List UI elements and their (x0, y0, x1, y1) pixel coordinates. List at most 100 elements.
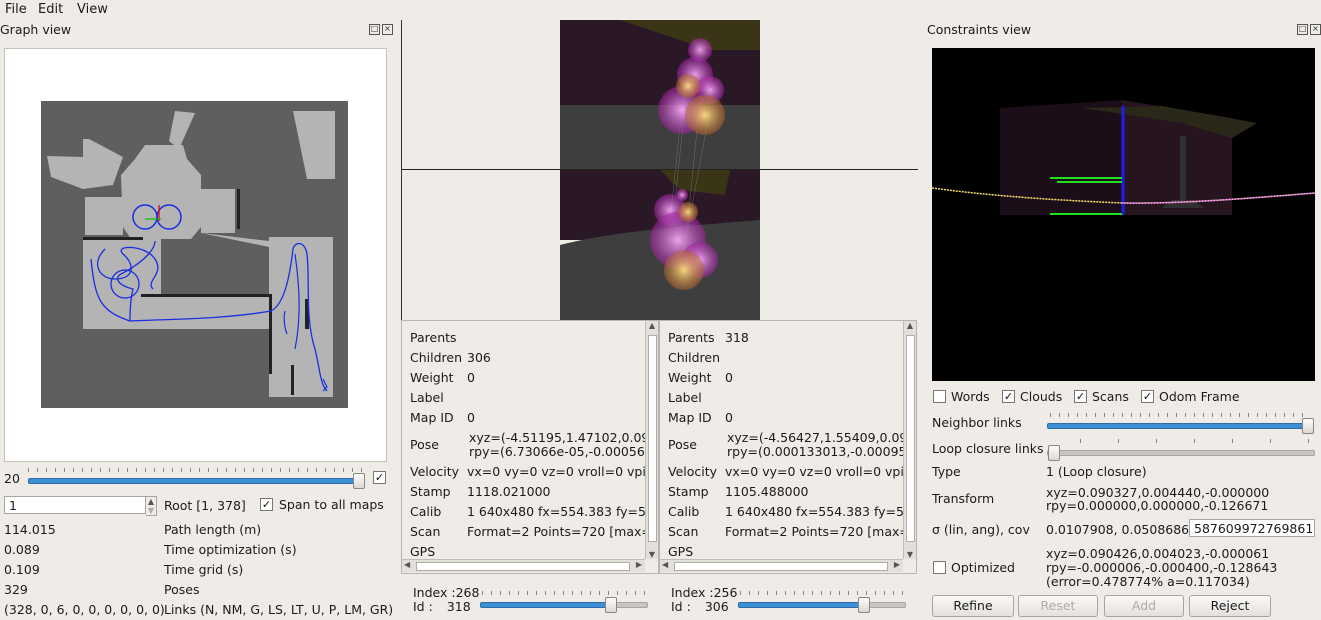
transform-rpy: rpy=0.000000,0.000000,-0.126671 (1046, 498, 1269, 513)
stat-label: Poses (164, 582, 200, 597)
stat-value: 0.109 (4, 562, 40, 577)
words-label: Words (951, 389, 990, 404)
spin-up-icon[interactable]: ▲ (146, 497, 156, 506)
camera-images (560, 20, 760, 320)
stat-label: Time optimization (s) (164, 542, 297, 557)
node-info-right: Parents 318 Children Weight 0 Label Map ID… (659, 320, 917, 574)
right-node-slider-handle[interactable] (858, 597, 870, 613)
info-value: rpy=(0.000133013,-0.000953 (727, 444, 915, 459)
optimized-xyz: xyz=0.090426,0.004023,-0.000061 (1046, 546, 1270, 561)
stat-label: Links (N, NM, G, LS, LT, U, P, LM, GR) (164, 602, 394, 617)
neighbor-links-handle[interactable] (1302, 418, 1314, 434)
sigma-value: 0.0107908, 0.0508686 (1046, 522, 1190, 537)
optimized-checkbox[interactable] (933, 561, 946, 574)
scroll-up-icon[interactable]: ▲ (904, 321, 916, 330)
menu-bar: File Edit View (0, 0, 1321, 19)
horizontal-scrollbar[interactable]: ◀ ▶ (402, 559, 645, 572)
refine-button[interactable]: Refine (932, 595, 1014, 617)
spin-arrows[interactable]: ▲ ▼ (146, 496, 157, 516)
left-node-slider-rest[interactable] (612, 602, 648, 608)
scroll-down-icon[interactable]: ▼ (646, 550, 658, 559)
node-info-left: Parents Children 306 Weight 0 Label Map ID… (401, 320, 659, 574)
index-label: Index :256 (671, 585, 738, 600)
clouds-checkbox[interactable]: ✓ (1002, 390, 1015, 403)
root-spinbox[interactable]: 1 (4, 496, 146, 514)
type-label: Type (932, 464, 961, 479)
stat-value: 114.015 (4, 522, 56, 537)
occupancy-grid-map (41, 101, 348, 408)
stat-value: (328, 0, 6, 0, 0, 0, 0, 0, 0) (4, 602, 165, 617)
odom-frame-checkbox[interactable]: ✓ (1141, 390, 1154, 403)
loop-closure-label: Loop closure links (932, 441, 1044, 456)
scroll-thumb[interactable] (674, 562, 888, 571)
info-value: xyz=(-4.51195,1.47102,0.099 (469, 430, 658, 445)
scroll-right-icon[interactable]: ▶ (636, 560, 642, 569)
right-node-slider-rest[interactable] (866, 602, 906, 608)
vertical-scrollbar[interactable]: ▲ ▼ (903, 321, 916, 559)
graph-slider-ticks (28, 468, 362, 472)
stat-value: 0.089 (4, 542, 40, 557)
scans-checkbox[interactable]: ✓ (1074, 390, 1087, 403)
span-label: Span to all maps (279, 497, 384, 512)
id-label: Id :306 (671, 599, 729, 614)
optimized-rpy: rpy=-0.000006,-0.000400,-0.128643 (1046, 560, 1278, 575)
horizontal-scrollbar[interactable]: ◀ ▶ (660, 559, 903, 572)
graph-canvas[interactable] (4, 48, 387, 462)
scroll-thumb[interactable] (648, 335, 657, 542)
scroll-down-icon[interactable]: ▼ (904, 550, 916, 559)
clouds-label: Clouds (1020, 389, 1063, 404)
close-icon[interactable]: × (1310, 24, 1321, 35)
float-icon[interactable]: □ (1297, 24, 1308, 35)
graph-slider-value: 20 (4, 471, 20, 486)
neighbor-links-label: Neighbor links (932, 415, 1022, 430)
reject-button[interactable]: Reject (1189, 595, 1271, 617)
loop-closure-slider[interactable] (1047, 450, 1315, 456)
sigma-label: σ (lin, ang), cov (932, 522, 1030, 537)
stat-value: 329 (4, 582, 28, 597)
loop-closure-handle[interactable] (1048, 445, 1060, 461)
left-node-slider-handle[interactable] (605, 597, 617, 613)
float-icon[interactable]: □ (369, 24, 380, 35)
words-checkbox[interactable] (933, 390, 946, 403)
odom-frame-label: Odom Frame (1159, 389, 1240, 404)
type-value: 1 (Loop closure) (1046, 464, 1147, 479)
right-node-slider[interactable] (738, 602, 866, 608)
id-label: Id :318 (413, 599, 471, 614)
graph-view-title: Graph view (0, 22, 72, 37)
right-slider-ticks (740, 591, 904, 595)
close-icon[interactable]: × (382, 24, 393, 35)
menu-view[interactable]: View (77, 2, 108, 17)
menu-file[interactable]: File (5, 2, 27, 17)
optimized-error: (error=0.478774% a=0.117034) (1046, 574, 1250, 589)
menu-edit[interactable]: Edit (38, 2, 63, 17)
graph-slider[interactable] (28, 478, 360, 484)
covariance-field[interactable]: 587609972769861] (1189, 519, 1315, 537)
span-checkbox[interactable]: ✓ (260, 498, 273, 511)
optimized-label: Optimized (951, 560, 1015, 575)
neighbor-links-slider[interactable] (1047, 423, 1309, 429)
left-slider-ticks (482, 591, 646, 595)
reset-button[interactable]: Reset (1018, 595, 1098, 617)
scans-label: Scans (1092, 389, 1129, 404)
root-label: Root [1, 378] (164, 498, 246, 513)
index-label: Index :268 (413, 585, 480, 600)
vertical-scrollbar[interactable]: ▲ ▼ (645, 321, 658, 559)
add-button[interactable]: Add (1104, 595, 1184, 617)
graph-slider-handle[interactable] (353, 473, 365, 489)
scroll-thumb[interactable] (416, 562, 630, 571)
scroll-thumb[interactable] (906, 335, 915, 542)
graph-slider-checkbox[interactable]: ✓ (373, 471, 386, 484)
scroll-left-icon[interactable]: ◀ (404, 560, 410, 569)
scroll-up-icon[interactable]: ▲ (646, 321, 658, 330)
constraints-view-title: Constraints view (927, 22, 1032, 37)
spin-down-icon[interactable]: ▼ (146, 506, 156, 515)
info-value: xyz=(-4.56427,1.55409,0.099 (727, 430, 916, 445)
scroll-right-icon[interactable]: ▶ (894, 560, 900, 569)
stat-label: Path length (m) (164, 522, 262, 537)
info-value: rpy=(6.73066e-05,-0.000566 (469, 444, 653, 459)
point-cloud-render (931, 100, 1316, 215)
neighbor-ticks (1050, 413, 1310, 417)
left-node-slider[interactable] (480, 602, 612, 608)
scroll-left-icon[interactable]: ◀ (662, 560, 668, 569)
constraints-3d-view[interactable] (931, 48, 1316, 381)
